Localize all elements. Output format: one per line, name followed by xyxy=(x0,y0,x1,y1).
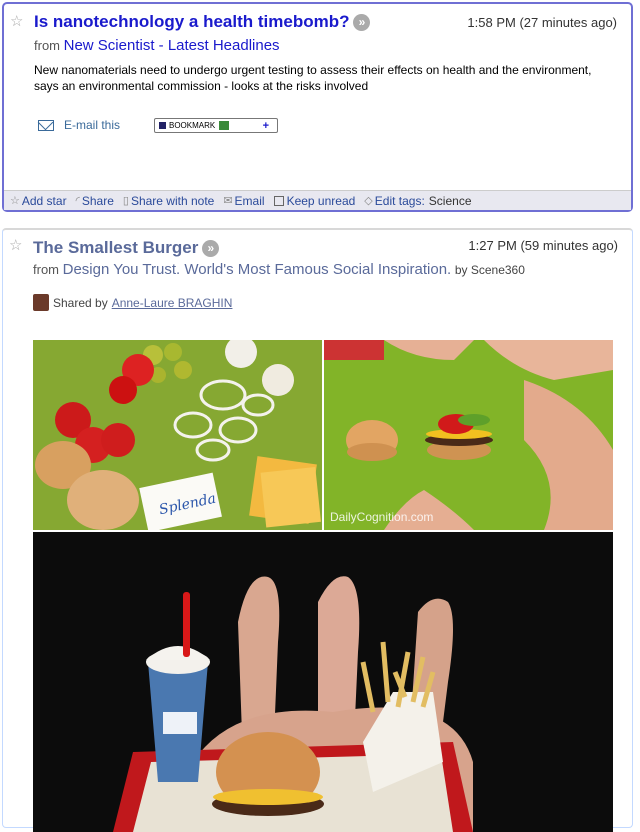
edit-tags-button[interactable]: ◇ Edit tags: Science xyxy=(364,194,471,208)
burger-ingredients-image: Splenda xyxy=(33,340,322,530)
checkbox-icon xyxy=(273,195,284,206)
plus-icon: + xyxy=(262,119,269,132)
shared-by-line: Shared by Anne-Laure BRAGHIN xyxy=(33,294,232,311)
image-watermark: DailyCognition.com xyxy=(330,510,434,524)
email-this-link[interactable]: E-mail this xyxy=(38,118,120,132)
entry-title-link[interactable]: The Smallest Burger» xyxy=(33,238,220,258)
tiny-meal-tray-image xyxy=(33,532,613,832)
keep-unread-checkbox[interactable]: Keep unread xyxy=(273,194,355,208)
share-with-note-button[interactable]: ▯ Share with note xyxy=(123,194,214,208)
note-icon: ▯ xyxy=(122,195,129,207)
envelope-icon xyxy=(38,119,54,131)
entry-time: 1:27 PM (59 minutes ago) xyxy=(468,238,618,253)
entry-source-line: from Design You Trust. World's Most Famo… xyxy=(33,261,525,278)
star-icon: ☆ xyxy=(10,195,20,207)
entry-actions-bar: ☆ Add star ◜ Share ▯ Share with note ✉ Email… xyxy=(4,190,631,210)
email-button[interactable]: ✉ Email xyxy=(223,194,264,208)
share-icon: ◜ xyxy=(75,195,80,207)
more-arrow-icon[interactable]: » xyxy=(202,240,220,258)
entry-nanotechnology[interactable]: ☆ Is nanotechnology a health timebomb?» … xyxy=(2,2,633,212)
entry-time: 1:58 PM (27 minutes ago) xyxy=(467,15,617,30)
envelope-icon: ✉ xyxy=(223,195,233,207)
star-icon[interactable]: ☆ xyxy=(10,12,23,30)
star-icon[interactable]: ☆ xyxy=(9,236,22,254)
shared-by-label: Shared by xyxy=(53,295,108,310)
tag-icon: ◇ xyxy=(364,195,373,207)
more-arrow-icon[interactable]: » xyxy=(353,14,371,32)
source-link[interactable]: New Scientist - Latest Headlines xyxy=(64,37,280,54)
tiny-burger-fingers-image: DailyCognition.com xyxy=(324,340,613,530)
author: by Scene360 xyxy=(454,263,525,277)
from-label: from xyxy=(34,38,60,53)
add-star-button[interactable]: ☆ Add star xyxy=(10,194,67,208)
from-label: from xyxy=(33,262,59,277)
shared-by-user-link[interactable]: Anne-Laure BRAGHIN xyxy=(112,296,233,310)
entry-smallest-burger[interactable]: ☆ The Smallest Burger» 1:27 PM (59 minut… xyxy=(2,228,633,832)
share-button[interactable]: ◜ Share xyxy=(76,194,114,208)
bookmark-button[interactable]: BOOKMARK + xyxy=(154,118,278,133)
source-link[interactable]: Design You Trust. World's Most Famous So… xyxy=(63,261,452,278)
entry-snippet: New nanomaterials need to undergo urgent… xyxy=(34,63,592,93)
bookmark-service-icon xyxy=(219,121,230,130)
avatar xyxy=(33,294,49,311)
tag-value: Science xyxy=(428,193,472,208)
bookmark-logo-icon xyxy=(159,122,166,129)
entry-title-link[interactable]: Is nanotechnology a health timebomb?» xyxy=(34,12,371,32)
email-this-label: E-mail this xyxy=(64,118,121,132)
bookmark-label: BOOKMARK xyxy=(169,121,216,130)
entry-source-line: from New Scientist - Latest Headlines xyxy=(34,37,280,54)
